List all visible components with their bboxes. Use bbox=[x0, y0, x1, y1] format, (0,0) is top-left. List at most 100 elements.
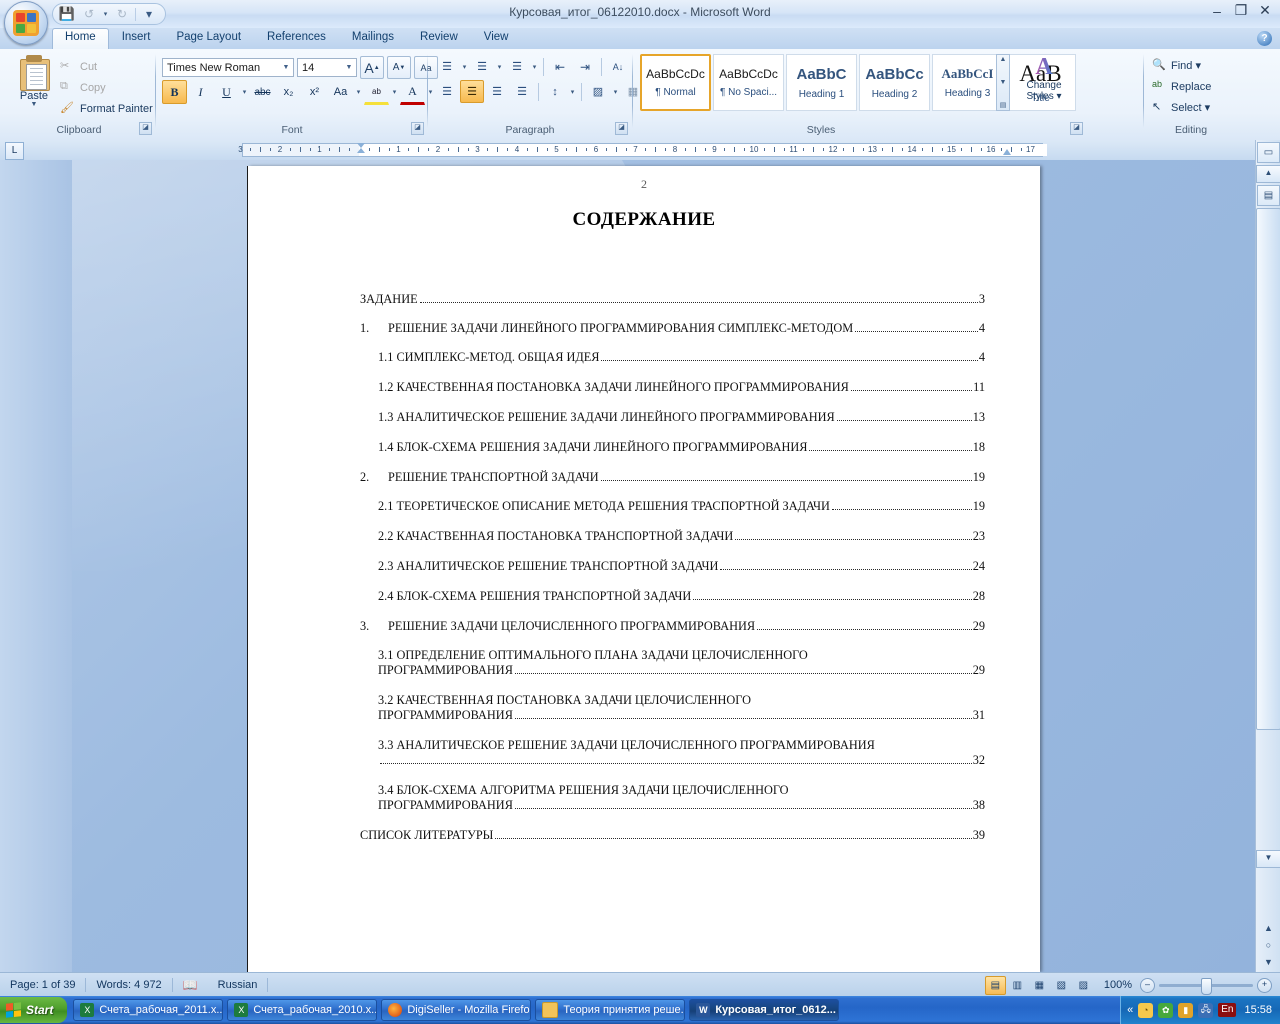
decrease-indent-button[interactable]: ⇤ bbox=[548, 55, 572, 78]
replace-button[interactable]: ab Replace bbox=[1152, 79, 1211, 94]
system-clock[interactable]: 15:58 bbox=[1244, 1004, 1272, 1016]
language-bar[interactable]: En bbox=[1218, 1003, 1237, 1017]
tab-stop-selector[interactable]: L bbox=[5, 142, 24, 160]
toc-entry[interactable]: 1.1 СИМПЛЕКС-МЕТОД. ОБЩАЯ ИДЕЯ 4 bbox=[360, 350, 985, 365]
scrollbar-thumb[interactable] bbox=[1256, 208, 1280, 730]
language-indicator[interactable]: Russian bbox=[208, 979, 268, 991]
page-indicator[interactable]: Page: 1 of 39 bbox=[0, 979, 85, 991]
shrink-font-button[interactable]: A ▼ bbox=[387, 56, 411, 79]
taskbar-item-word[interactable]: W Курсовая_итог_0612... bbox=[689, 999, 840, 1021]
tab-insert[interactable]: Insert bbox=[109, 28, 164, 49]
select-browse-object-icon[interactable]: ○ bbox=[1258, 936, 1279, 953]
scroll-up-button[interactable]: ▲ bbox=[1256, 165, 1280, 183]
align-right-button[interactable]: ☰ bbox=[485, 80, 509, 103]
multilevel-list-button[interactable]: ☰ bbox=[505, 55, 529, 78]
tab-view[interactable]: View bbox=[471, 28, 522, 49]
table-of-contents[interactable]: ЗАДАНИЕ 3 1. РЕШЕНИЕ ЗАДАЧИ ЛИНЕЙНОГО ПРОГР… bbox=[360, 292, 985, 857]
web-layout-view-button[interactable]: ▦ bbox=[1029, 976, 1050, 995]
underline-button[interactable]: U bbox=[214, 80, 239, 104]
styles-more-icon[interactable]: ▤ bbox=[1000, 101, 1007, 109]
taskbar-item-excel-2011[interactable]: X Счета_рабочая_2011.x... bbox=[73, 999, 224, 1021]
bullets-button[interactable]: ☰ bbox=[435, 55, 459, 78]
zoom-track[interactable] bbox=[1159, 977, 1253, 995]
tab-review[interactable]: Review bbox=[407, 28, 471, 49]
sort-button[interactable]: A↓ bbox=[606, 55, 630, 78]
chevron-down-icon[interactable]: ▼ bbox=[342, 64, 356, 71]
zoom-level[interactable]: 100% bbox=[1104, 979, 1132, 991]
scroll-up-icon[interactable]: ▲ bbox=[1000, 56, 1007, 63]
toc-entry[interactable]: 3.1 ОПРЕДЕЛЕНИЕ ОПТИМАЛЬНОГО ПЛАНА ЗАДАЧ… bbox=[360, 648, 985, 678]
full-screen-reading-view-button[interactable]: ▥ bbox=[1007, 976, 1028, 995]
toc-entry[interactable]: ЗАДАНИЕ 3 bbox=[360, 292, 985, 307]
horizontal-ruler[interactable]: 3 2 1 1 2 3 4 5 6 7 8 9 10 11 12 13 14 15 16 17 bbox=[238, 143, 1047, 159]
start-button[interactable]: Start bbox=[0, 997, 68, 1023]
line-spacing-dropdown-icon[interactable]: ▾ bbox=[568, 88, 577, 96]
proofing-status-icon[interactable]: 📖 bbox=[173, 978, 208, 992]
increase-indent-button[interactable]: ⇥ bbox=[573, 55, 597, 78]
vertical-scrollbar[interactable]: ▭ ▲ ▤ ▼ ▲ ○ ▼ bbox=[1255, 140, 1280, 972]
toc-entry[interactable]: 2.4 БЛОК-СХЕМА РЕШЕНИЯ ТРАНСПОРТНОЙ ЗАДА… bbox=[360, 589, 985, 604]
style-no-spacing[interactable]: AaBbCcDc ¶ No Spaci... bbox=[713, 54, 784, 111]
outline-view-button[interactable]: ▧ bbox=[1051, 976, 1072, 995]
style-normal[interactable]: AaBbCcDc ¶ Normal bbox=[640, 54, 711, 111]
copy-button[interactable]: ⧉ Copy bbox=[60, 80, 106, 95]
select-button[interactable]: ↖ Select ▾ bbox=[1152, 100, 1210, 115]
toc-entry[interactable]: 2.1 ТЕОРЕТИЧЕСКОЕ ОПИСАНИЕ МЕТОДА РЕШЕНИ… bbox=[360, 499, 985, 514]
tray-icon-2[interactable]: ✿ bbox=[1158, 1002, 1174, 1018]
strikethrough-button[interactable]: abc bbox=[250, 80, 275, 104]
document-canvas[interactable]: 2 СОДЕРЖАНИЕ ЗАДАНИЕ 3 1. РЕШЕНИЕ ЗАДАЧИ ЛИ… bbox=[0, 160, 1255, 972]
shading-dropdown-icon[interactable]: ▾ bbox=[611, 88, 620, 96]
italic-button[interactable]: I bbox=[188, 80, 213, 104]
zoom-out-button[interactable]: – bbox=[1140, 977, 1155, 993]
paste-button[interactable]: Paste ▼ bbox=[12, 55, 56, 117]
font-dialog-launcher[interactable]: ◪ bbox=[411, 122, 424, 135]
underline-dropdown-icon[interactable]: ▾ bbox=[240, 88, 249, 96]
previous-page-icon[interactable]: ▲ bbox=[1258, 919, 1279, 936]
styles-dialog-launcher[interactable]: ◪ bbox=[1070, 122, 1083, 135]
indent-markers[interactable] bbox=[357, 143, 366, 159]
tab-home[interactable]: Home bbox=[52, 28, 109, 49]
toc-entry[interactable]: 2.3 АНАЛИТИЧЕСКОЕ РЕШЕНИЕ ТРАНСПОРТНОЙ З… bbox=[360, 559, 985, 574]
font-size-combo[interactable]: 14 ▼ bbox=[297, 58, 357, 77]
superscript-button[interactable]: x² bbox=[302, 80, 327, 104]
scroll-down-icon[interactable]: ▼ bbox=[1000, 79, 1007, 86]
close-icon[interactable]: ✕ bbox=[1256, 2, 1274, 19]
tray-icon-4[interactable]: 🖧 bbox=[1198, 1002, 1214, 1018]
find-button[interactable]: 🔍 Find ▾ bbox=[1152, 58, 1201, 73]
document-page[interactable]: 2 СОДЕРЖАНИЕ ЗАДАНИЕ 3 1. РЕШЕНИЕ ЗАДАЧИ ЛИ… bbox=[248, 166, 1040, 972]
tray-expand-icon[interactable]: « bbox=[1127, 1004, 1133, 1016]
style-heading-3[interactable]: AaBbCcI Heading 3 bbox=[932, 54, 1003, 111]
zoom-in-button[interactable]: + bbox=[1257, 977, 1272, 993]
style-heading-1[interactable]: AaBbC Heading 1 bbox=[786, 54, 857, 111]
next-page-icon[interactable]: ▼ bbox=[1258, 953, 1279, 970]
cut-button[interactable]: ✂ Cut bbox=[60, 59, 97, 74]
change-styles-button[interactable]: A Change Styles ▾ bbox=[1016, 54, 1072, 102]
toc-entry[interactable]: 2. РЕШЕНИЕ ТРАНСПОРТНОЙ ЗАДАЧИ 19 bbox=[360, 470, 985, 485]
styles-gallery-scroll[interactable]: ▲ ▼ ▤ bbox=[996, 54, 1010, 111]
numbering-dropdown-icon[interactable]: ▾ bbox=[495, 63, 504, 71]
chevron-down-icon[interactable]: ▼ bbox=[279, 64, 293, 71]
toc-entry[interactable]: 1.4 БЛОК-СХЕМА РЕШЕНИЯ ЗАДАЧИ ЛИНЕЙНОГО … bbox=[360, 440, 985, 455]
numbering-button[interactable]: ☰ bbox=[470, 55, 494, 78]
toc-entry[interactable]: СПИСОК ЛИТЕРАТУРЫ 39 bbox=[360, 828, 985, 843]
zoom-slider[interactable]: – + bbox=[1140, 977, 1272, 995]
help-icon[interactable]: ? bbox=[1257, 31, 1272, 46]
draft-view-button[interactable]: ▨ bbox=[1073, 976, 1094, 995]
maximize-icon[interactable]: ❐ bbox=[1232, 2, 1250, 19]
toc-entry[interactable]: 1.3 АНАЛИТИЧЕСКОЕ РЕШЕНИЕ ЗАДАЧИ ЛИНЕЙНО… bbox=[360, 410, 985, 425]
right-indent-marker[interactable] bbox=[1003, 149, 1011, 155]
change-case-button[interactable]: Aa bbox=[328, 80, 353, 104]
multilevel-dropdown-icon[interactable]: ▾ bbox=[530, 63, 539, 71]
bullets-dropdown-icon[interactable]: ▾ bbox=[460, 63, 469, 71]
toc-entry[interactable]: 3. РЕШЕНИЕ ЗАДАЧИ ЦЕЛОЧИСЛЕННОГО ПРОГРАММ… bbox=[360, 619, 985, 634]
tray-icon-1[interactable]: ◔ bbox=[1138, 1002, 1154, 1018]
grow-font-button[interactable]: A ▲ bbox=[360, 56, 384, 79]
word-count[interactable]: Words: 4 972 bbox=[86, 979, 171, 991]
browse-document-icon[interactable]: ▤ bbox=[1257, 185, 1280, 206]
tab-references[interactable]: References bbox=[254, 28, 339, 49]
paste-dropdown-icon[interactable]: ▼ bbox=[31, 101, 38, 108]
subscript-button[interactable]: x₂ bbox=[276, 80, 301, 104]
toc-entry[interactable]: 1. РЕШЕНИЕ ЗАДАЧИ ЛИНЕЙНОГО ПРОГРАММИРОВА… bbox=[360, 321, 985, 336]
tab-page-layout[interactable]: Page Layout bbox=[163, 28, 254, 49]
zoom-thumb[interactable] bbox=[1201, 977, 1212, 995]
